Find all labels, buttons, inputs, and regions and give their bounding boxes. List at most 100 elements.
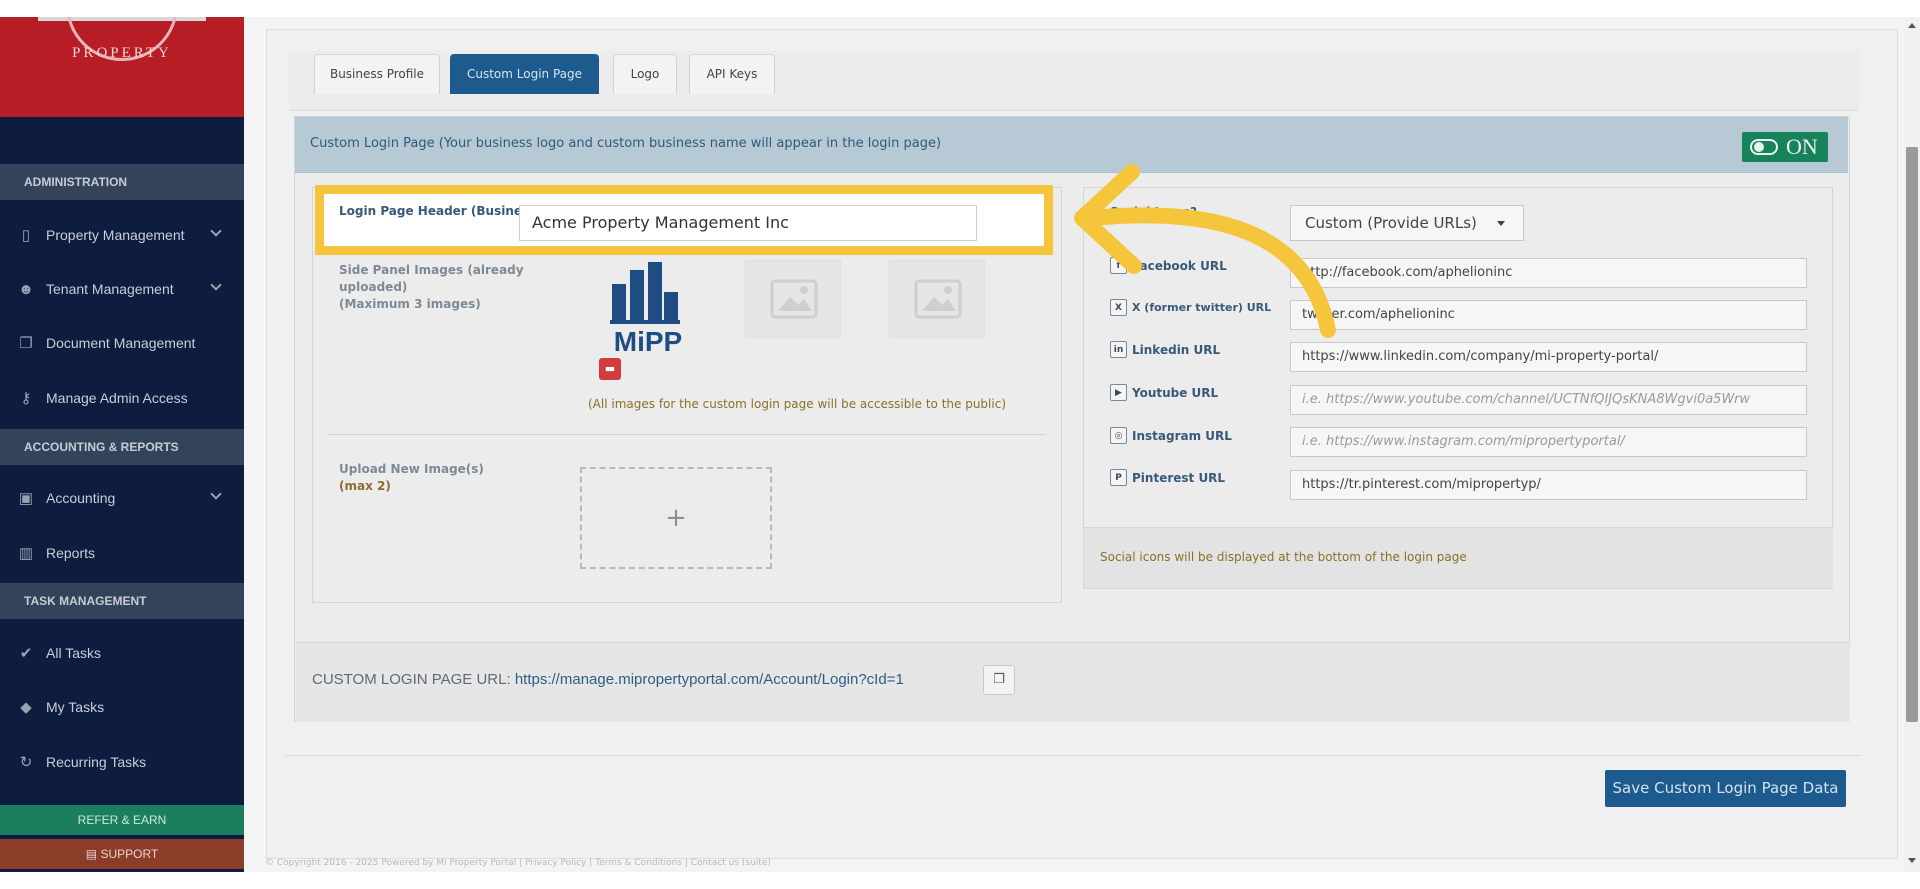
- image-placeholder-3: [889, 260, 985, 338]
- image-icon: [770, 279, 818, 319]
- pinterest-icon: P: [1110, 469, 1127, 486]
- instagram-label: Instagram URL: [1132, 428, 1232, 443]
- facebook-url-input[interactable]: http://facebook.com/aphelioninc: [1290, 258, 1807, 288]
- copyright-text: © Copyright 2016 - 2025 Powered by Mi Pr…: [265, 858, 771, 868]
- section-divider: [328, 434, 1046, 435]
- business-name-highlight: Login Page Header (Business Name) Acme P…: [315, 185, 1053, 255]
- documents-icon: ❐: [19, 335, 33, 352]
- sidebar-item-accounting[interactable]: ▣ Accounting: [0, 473, 244, 523]
- check-icon: ✔: [19, 645, 33, 662]
- youtube-label: Youtube URL: [1132, 385, 1219, 400]
- users-icon: ☻: [18, 280, 34, 298]
- annotation-arrow-icon: [1074, 164, 1336, 338]
- footer-divider: [286, 755, 1861, 756]
- chevron-down-icon: [210, 488, 222, 500]
- money-icon: ▣: [18, 490, 34, 507]
- trash-icon: ▬: [604, 362, 616, 375]
- pinterest-url-input[interactable]: https://tr.pinterest.com/mipropertyp/: [1290, 470, 1807, 500]
- twitter-url-input[interactable]: twitter.com/aphelioninc: [1290, 300, 1807, 330]
- tab-logo[interactable]: Logo: [613, 54, 677, 94]
- key-icon: ⚷: [20, 390, 32, 407]
- sidebar-item-label: Manage Admin Access: [46, 390, 188, 406]
- youtube-url-input[interactable]: i.e. https://www.youtube.com/channel/UCT…: [1290, 385, 1807, 415]
- enable-toggle[interactable]: ON: [1742, 132, 1828, 162]
- book-icon: ▤: [85, 847, 101, 861]
- delete-image-button[interactable]: ▬: [599, 358, 621, 380]
- tab-business-profile[interactable]: Business Profile: [314, 54, 440, 94]
- brand-wordmark: PROPERTY: [72, 45, 172, 61]
- refer-earn-button[interactable]: REFER & EARN: [0, 805, 244, 835]
- side-panel-images-label: Side Panel Images (already uploaded) (Ma…: [339, 262, 524, 313]
- youtube-icon: ▶: [1110, 384, 1127, 401]
- side-panel-line-1: Side Panel Images (already: [339, 263, 524, 277]
- sidebar-item-document-management[interactable]: ❐ Document Management: [0, 318, 244, 368]
- save-custom-login-button[interactable]: Save Custom Login Page Data: [1605, 770, 1846, 807]
- sidebar-item-label: Document Management: [46, 335, 196, 351]
- custom-login-url-link[interactable]: https://manage.mipropertyportal.com/Acco…: [515, 671, 904, 688]
- scroll-up-arrow-icon[interactable]: [1908, 23, 1916, 28]
- tag-icon: ◆: [20, 699, 32, 716]
- upload-new-images-label: Upload New Image(s) (max 2): [339, 461, 484, 495]
- mipp-logo-text: MiPP: [613, 326, 683, 357]
- pinterest-label: Pinterest URL: [1132, 470, 1226, 485]
- sidebar-item-all-tasks[interactable]: ✔ All Tasks: [0, 628, 244, 678]
- linkedin-url-input[interactable]: https://www.linkedin.com/company/mi-prop…: [1290, 342, 1807, 372]
- image-icon: [914, 279, 962, 319]
- sidebar-item-label: Accounting: [46, 490, 116, 506]
- support-label: SUPPORT: [100, 847, 159, 861]
- custom-login-url: CUSTOM LOGIN PAGE URL: https://manage.mi…: [312, 671, 904, 688]
- toggle-knob-icon: [1750, 139, 1778, 155]
- sidebar-item-property-management[interactable]: ▯ Property Management: [0, 210, 244, 260]
- bar-chart-icon: ▥: [18, 545, 34, 562]
- page-scrollbar[interactable]: [1904, 17, 1920, 872]
- scroll-down-arrow-icon[interactable]: [1908, 858, 1916, 863]
- building-icon: ▯: [21, 227, 31, 244]
- top-edge: [0, 0, 1920, 17]
- caret-down-icon: [1497, 221, 1505, 226]
- scrollbar-thumb[interactable]: [1906, 147, 1918, 722]
- sidebar-item-reports[interactable]: ▥ Reports: [0, 528, 244, 578]
- copy-icon: ❐: [993, 672, 1005, 687]
- side-panel-line-3: (Maximum 3 images): [339, 297, 481, 311]
- instagram-row: ◎ Instagram URL: [1110, 427, 1232, 444]
- instagram-icon: ◎: [1110, 427, 1127, 444]
- sidebar-item-manage-admin-access[interactable]: ⚷ Manage Admin Access: [0, 373, 244, 423]
- sidebar-item-tenant-management[interactable]: ☻ Tenant Management: [0, 264, 244, 314]
- upload-dropzone[interactable]: +: [580, 467, 772, 569]
- social-footer-note: Social icons will be displayed at the bo…: [1084, 527, 1833, 588]
- toggle-label: ON: [1786, 134, 1818, 159]
- custom-login-url-bar: CUSTOM LOGIN PAGE URL: https://manage.mi…: [296, 642, 1850, 722]
- copy-url-button[interactable]: ❐: [983, 665, 1015, 695]
- sidebar-item-my-tasks[interactable]: ◆ My Tasks: [0, 682, 244, 732]
- public-images-note: (All images for the custom login page wi…: [588, 397, 1006, 411]
- linkedin-row: in Linkedin URL: [1110, 341, 1220, 358]
- section-administration: ADMINISTRATION: [0, 164, 244, 200]
- pinterest-row: P Pinterest URL: [1110, 469, 1225, 486]
- refresh-icon: ↻: [19, 754, 33, 771]
- tab-api-keys[interactable]: API Keys: [689, 54, 775, 94]
- support-button[interactable]: ▤ SUPPORT: [0, 839, 244, 869]
- section-task-management: TASK MANAGEMENT: [0, 583, 244, 619]
- sidebar-item-recurring-tasks[interactable]: ↻ Recurring Tasks: [0, 737, 244, 787]
- side-panel-line-2: uploaded): [339, 280, 408, 294]
- instagram-url-input[interactable]: i.e. https://www.instagram.com/mipropert…: [1290, 427, 1807, 457]
- sidebar-item-label: Reports: [46, 545, 96, 561]
- linkedin-icon: in: [1110, 341, 1127, 358]
- upload-max-line: (max 2): [339, 479, 391, 493]
- tab-custom-login-page[interactable]: Custom Login Page: [450, 54, 599, 94]
- sidebar: PROPERTY ADMINISTRATION ▯ Property Manag…: [0, 17, 244, 872]
- sidebar-item-label: Recurring Tasks: [46, 754, 147, 770]
- upload-label-line: Upload New Image(s): [339, 462, 484, 476]
- youtube-row: ▶ Youtube URL: [1110, 384, 1218, 401]
- sidebar-item-label: My Tasks: [46, 699, 105, 715]
- business-name-input[interactable]: Acme Property Management Inc: [519, 205, 977, 241]
- sidebar-item-label: All Tasks: [46, 645, 101, 661]
- sidebar-item-label: Property Management: [46, 227, 185, 243]
- brand-logo[interactable]: PROPERTY: [0, 17, 244, 117]
- custom-login-url-label: CUSTOM LOGIN PAGE URL:: [312, 671, 511, 688]
- chevron-down-icon: [210, 225, 222, 237]
- chevron-down-icon: [210, 279, 222, 291]
- section-accounting-reports: ACCOUNTING & REPORTS: [0, 429, 244, 465]
- sidebar-item-label: Tenant Management: [46, 281, 174, 297]
- image-placeholder-2: [745, 260, 841, 338]
